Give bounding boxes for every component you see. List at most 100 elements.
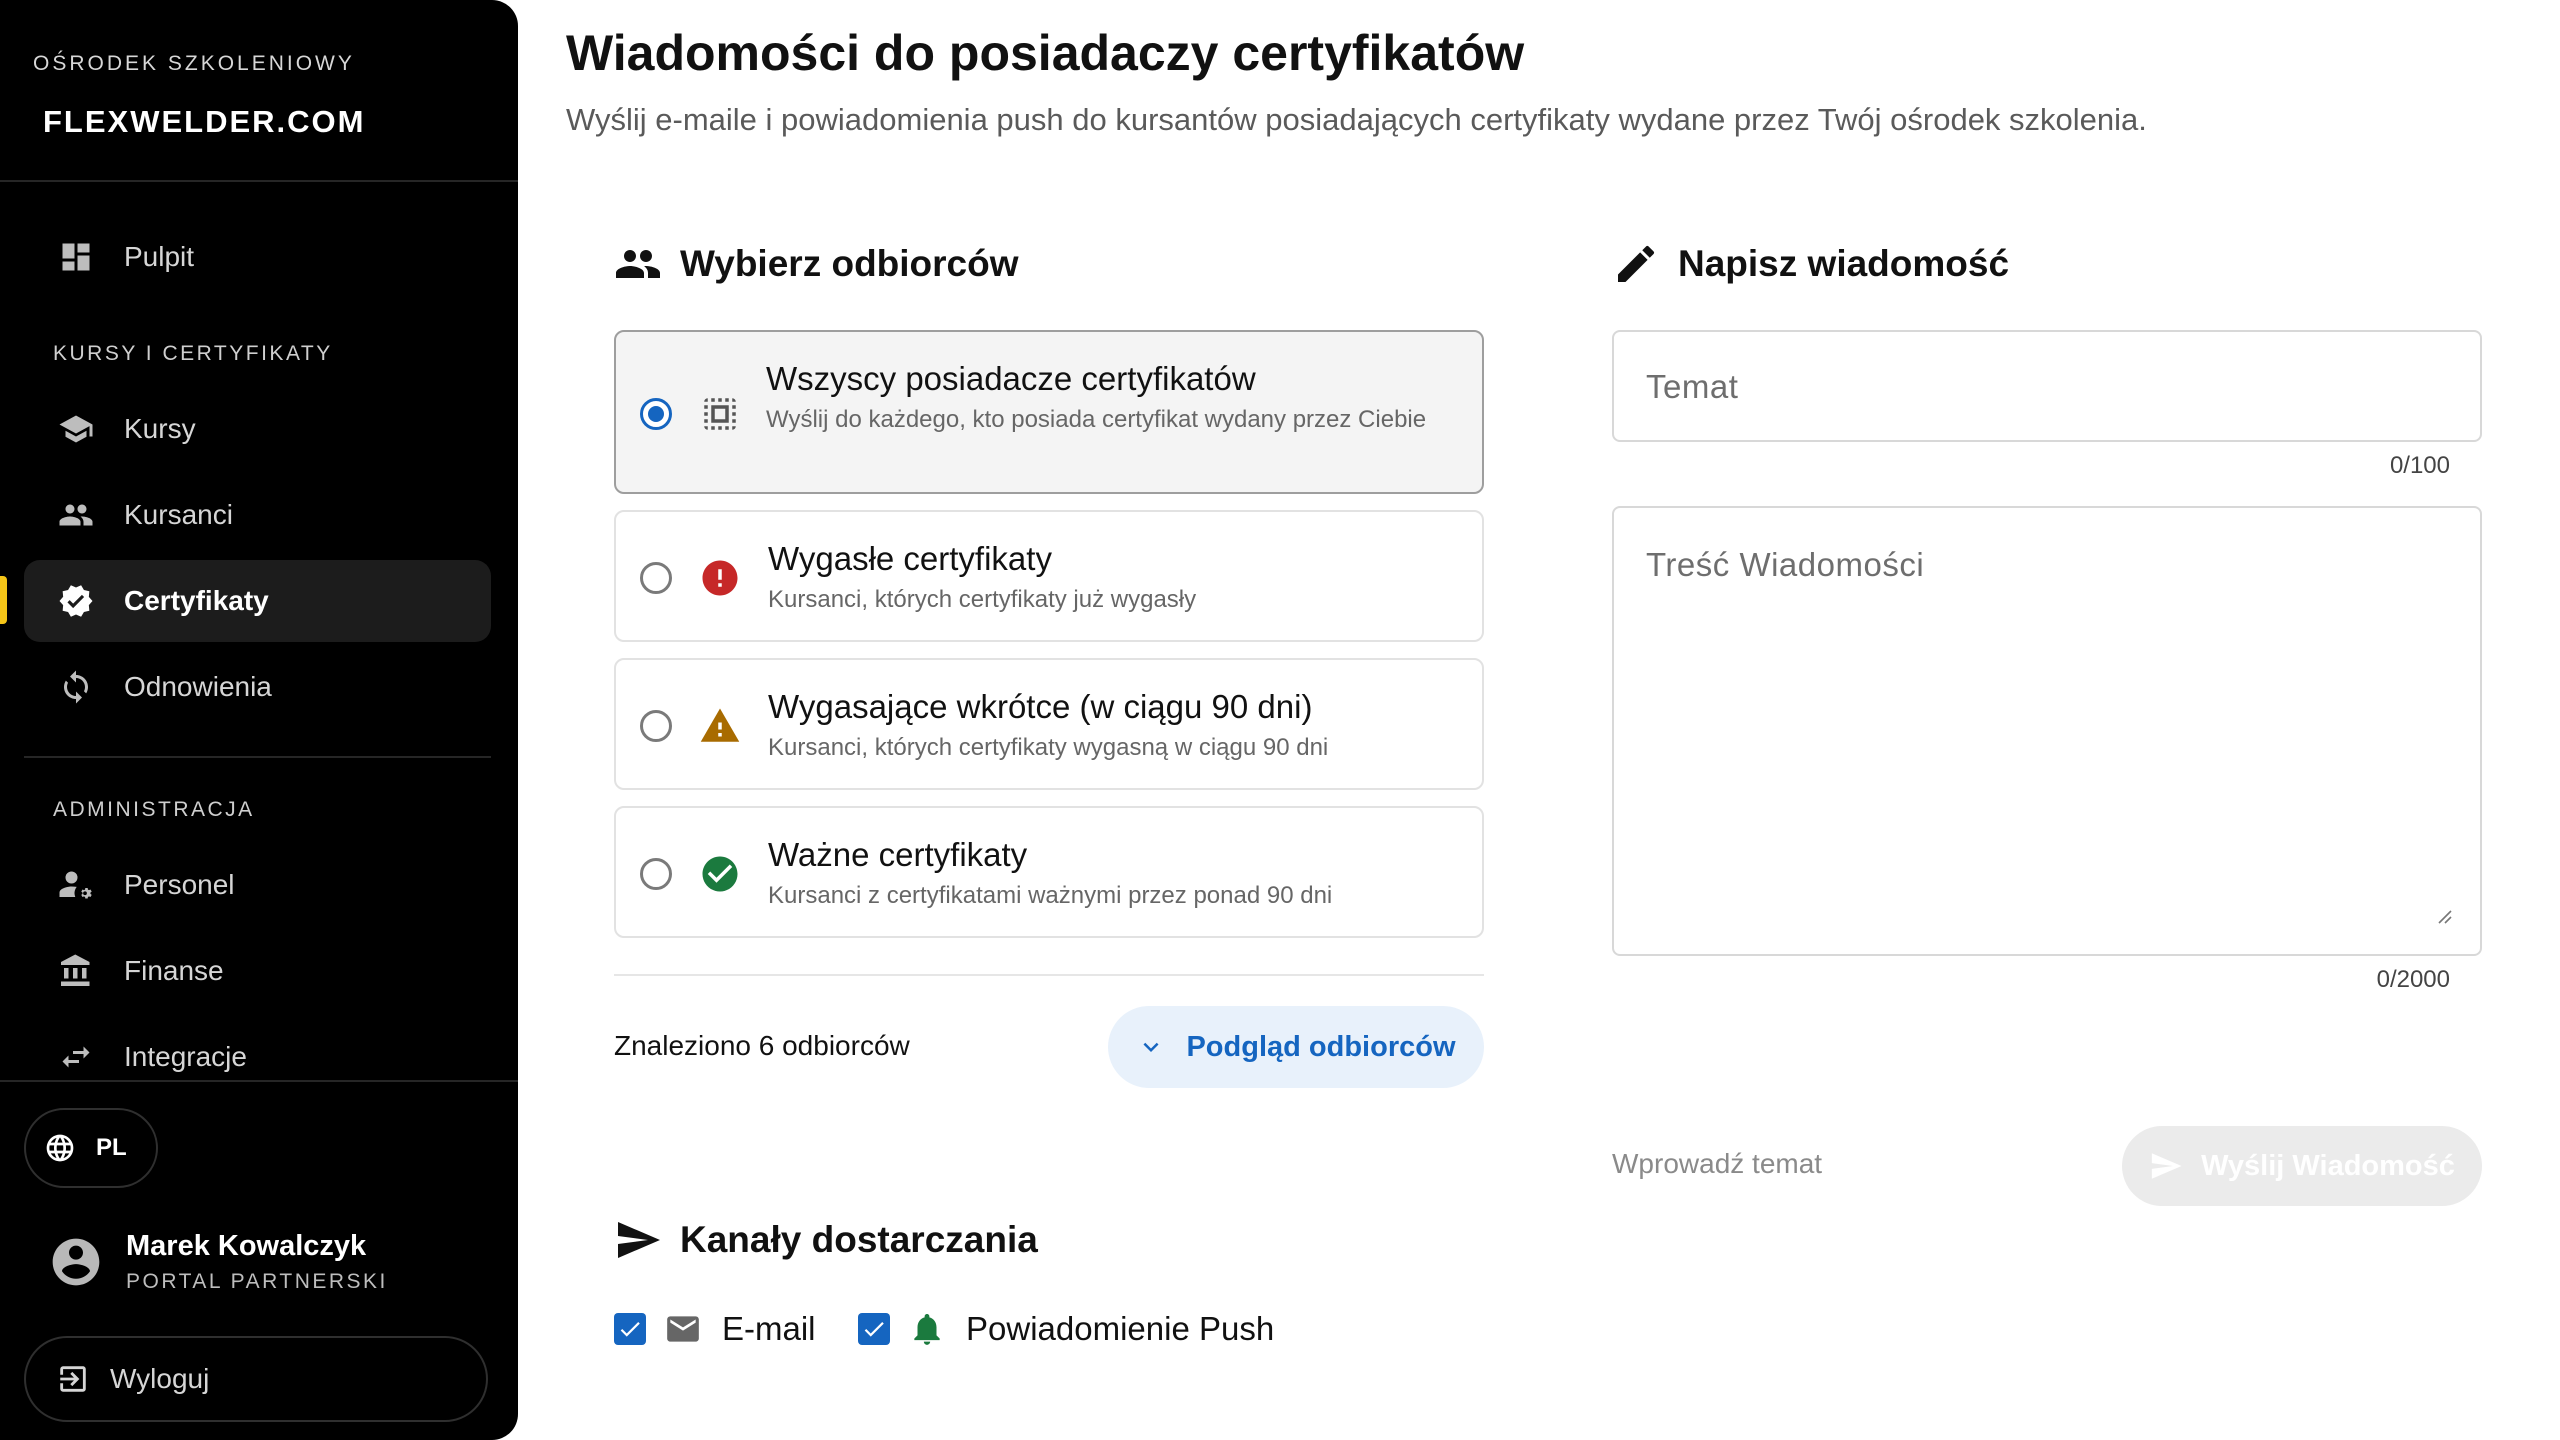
option-title: Ważne certyfikaty bbox=[768, 836, 1028, 873]
chevron-down-icon bbox=[1143, 1042, 1159, 1052]
recipients-count: Znaleziono 6 odbiorców bbox=[614, 1030, 910, 1061]
subject-input[interactable]: Temat bbox=[1612, 330, 2482, 442]
mail-icon bbox=[667, 1316, 699, 1342]
send-message-label: Wyślij Wiadomość bbox=[2201, 1149, 2455, 1182]
sidebar-item-label: Pulpit bbox=[124, 241, 195, 272]
pencil-icon bbox=[1618, 245, 1655, 282]
channel-email[interactable]: E-mail bbox=[614, 1310, 816, 1348]
preview-recipients-label: Podgląd odbiorców bbox=[1186, 1030, 1456, 1063]
resize-handle-icon[interactable] bbox=[2434, 906, 2452, 924]
subject-placeholder: Temat bbox=[1646, 368, 1739, 405]
channels-heading-text: Kanały dostarczania bbox=[680, 1219, 1038, 1260]
sidebar-divider bbox=[0, 180, 518, 182]
swap-arrows-icon bbox=[56, 1037, 96, 1077]
check-icon bbox=[864, 1322, 884, 1337]
people-icon bbox=[616, 250, 660, 278]
globe-icon bbox=[46, 1134, 74, 1162]
sidebar-item-odnowienia[interactable]: Odnowienia bbox=[24, 646, 491, 728]
compose-heading-text: Napisz wiadomość bbox=[1678, 243, 2010, 284]
sidebar: OŚRODEK SZKOLENIOWY FLEXWELDER.COM Pulpi… bbox=[0, 0, 518, 1440]
email-label: E-mail bbox=[722, 1310, 816, 1347]
option-desc: Wyślij do każdego, kto posiada certyfika… bbox=[766, 406, 1427, 433]
section-courses-label: KURSY I CERTYFIKATY bbox=[53, 342, 333, 365]
school-icon bbox=[56, 409, 96, 449]
sidebar-item-label: Odnowienia bbox=[124, 671, 272, 702]
sidebar-item-kursy[interactable]: Kursy bbox=[24, 388, 491, 470]
radio-valid[interactable] bbox=[640, 858, 672, 890]
send-message-button[interactable]: Wyślij Wiadomość bbox=[2122, 1126, 2482, 1206]
compose-heading: Napisz wiadomość bbox=[1612, 240, 2009, 288]
recipients-divider bbox=[614, 974, 1484, 976]
logout-icon bbox=[60, 1366, 86, 1392]
sidebar-item-label: Kursy bbox=[124, 413, 196, 444]
user-name: Marek Kowalczyk bbox=[126, 1230, 367, 1262]
recipient-option-valid[interactable]: Ważne certyfikaty Kursanci z certyfikata… bbox=[614, 806, 1484, 938]
people-icon bbox=[56, 495, 96, 535]
bell-icon bbox=[914, 1313, 940, 1345]
sidebar-item-pulpit[interactable]: Pulpit bbox=[24, 216, 491, 298]
push-label: Powiadomienie Push bbox=[966, 1310, 1275, 1347]
message-body-textarea[interactable]: Treść Wiadomości bbox=[1612, 506, 2482, 956]
language-button[interactable]: PL bbox=[24, 1108, 158, 1188]
bank-icon bbox=[56, 951, 96, 991]
recipient-option-expiring[interactable]: Wygasające wkrótce (w ciągu 90 dni) Kurs… bbox=[614, 658, 1484, 790]
avatar-icon bbox=[48, 1234, 104, 1290]
email-checkbox[interactable] bbox=[614, 1313, 646, 1345]
page-subtitle: Wyślij e-maile i powiadomienia push do k… bbox=[566, 102, 2147, 137]
radio-all[interactable] bbox=[640, 398, 672, 430]
sidebar-divider bbox=[24, 756, 491, 758]
send-icon bbox=[618, 1222, 660, 1258]
sidebar-item-label: Personel bbox=[124, 869, 235, 900]
recipient-option-expired[interactable]: Wygasłe certyfikaty Kursanci, których ce… bbox=[614, 510, 1484, 642]
radio-expired[interactable] bbox=[640, 562, 672, 594]
active-indicator bbox=[0, 576, 7, 624]
recipients-heading-text: Wybierz odbiorców bbox=[680, 243, 1019, 284]
page-title: Wiadomości do posiadaczy certyfikatów bbox=[566, 25, 1525, 81]
warning-icon bbox=[698, 704, 742, 748]
select-all-icon bbox=[698, 392, 742, 436]
validation-hint: Wprowadź temat bbox=[1612, 1148, 1823, 1179]
push-checkbox[interactable] bbox=[858, 1313, 890, 1345]
channel-push[interactable]: Powiadomienie Push bbox=[858, 1310, 1274, 1348]
sidebar-item-finanse[interactable]: Finanse bbox=[24, 930, 491, 1012]
user-role: PORTAL PARTNERSKI bbox=[126, 1270, 388, 1293]
sidebar-item-label: Certyfikaty bbox=[124, 585, 269, 616]
logout-button[interactable]: Wyloguj bbox=[24, 1336, 488, 1422]
option-title: Wszyscy posiadacze certyfikatów bbox=[766, 360, 1256, 397]
sidebar-item-label: Kursanci bbox=[124, 499, 233, 530]
user-profile[interactable]: Marek Kowalczyk PORTAL PARTNERSKI bbox=[48, 1224, 488, 1314]
option-title: Wygasłe certyfikaty bbox=[768, 540, 1052, 577]
language-label: PL bbox=[96, 1134, 127, 1161]
radio-expiring[interactable] bbox=[640, 710, 672, 742]
recipient-option-all[interactable]: Wszyscy posiadacze certyfikatów Wyślij d… bbox=[614, 330, 1484, 494]
option-desc: Kursanci, których certyfikaty wygasną w … bbox=[768, 734, 1329, 761]
verified-badge-icon bbox=[56, 581, 96, 621]
section-admin-label: ADMINISTRACJA bbox=[53, 798, 255, 821]
sidebar-item-certyfikaty[interactable]: Certyfikaty bbox=[24, 560, 491, 642]
sidebar-divider bbox=[0, 1080, 518, 1082]
sidebar-item-integracje[interactable]: Integracje bbox=[24, 1016, 491, 1098]
staff-gear-icon bbox=[56, 865, 96, 905]
sidebar-item-kursanci[interactable]: Kursanci bbox=[24, 474, 491, 556]
option-desc: Kursanci, których certyfikaty już wygasł… bbox=[768, 586, 1197, 613]
body-placeholder: Treść Wiadomości bbox=[1646, 546, 1925, 583]
error-icon bbox=[698, 556, 742, 600]
sidebar-item-personel[interactable]: Personel bbox=[24, 844, 491, 926]
brand: OŚRODEK SZKOLENIOWY FLEXWELDER.COM bbox=[33, 0, 493, 180]
sidebar-item-label: Integracje bbox=[124, 1041, 247, 1072]
check-icon bbox=[620, 1322, 640, 1337]
check-circle-icon bbox=[698, 852, 742, 896]
body-counter: 0/2000 bbox=[2376, 966, 2450, 993]
refresh-icon bbox=[56, 667, 96, 707]
dashboard-icon bbox=[56, 237, 96, 277]
brand-logo[interactable]: FLEXWELDER.COM bbox=[43, 104, 366, 140]
logout-label: Wyloguj bbox=[110, 1363, 210, 1394]
org-label: OŚRODEK SZKOLENIOWY bbox=[33, 52, 355, 75]
send-icon bbox=[2151, 1153, 2182, 1179]
option-title: Wygasające wkrótce (w ciągu 90 dni) bbox=[768, 688, 1313, 725]
option-desc: Kursanci z certyfikatami ważnymi przez p… bbox=[768, 882, 1333, 909]
channels-heading: Kanały dostarczania bbox=[614, 1216, 1038, 1264]
preview-recipients-button[interactable]: Podgląd odbiorców bbox=[1108, 1006, 1484, 1088]
recipients-heading: Wybierz odbiorców bbox=[614, 240, 1019, 288]
subject-counter: 0/100 bbox=[2389, 452, 2450, 479]
